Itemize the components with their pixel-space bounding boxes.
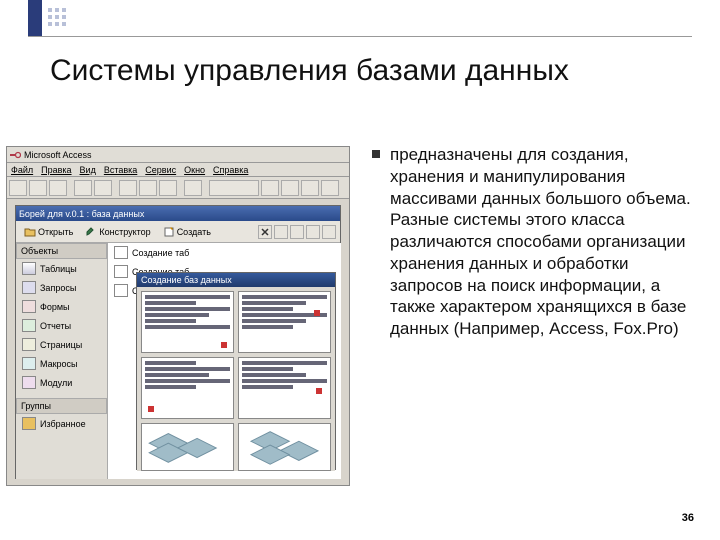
tool-links-icon[interactable]	[209, 180, 259, 196]
database-window-title: Борей для v.0.1 : база данных	[16, 206, 340, 221]
bullet-item: предназначены для создания, хранения и м…	[372, 144, 692, 340]
bullet-text: предназначены для создания, хранения и м…	[390, 144, 692, 340]
db-create-button[interactable]: Создать	[159, 225, 215, 239]
database-toolbar: Открыть Конструктор Создать	[16, 221, 340, 243]
title-underline	[28, 36, 692, 37]
wizard-preview-1[interactable]	[141, 291, 234, 353]
wizard-preview-2[interactable]	[238, 291, 331, 353]
tool-open-icon[interactable]	[29, 180, 47, 196]
wizard-icon	[114, 246, 128, 259]
design-icon	[85, 226, 97, 238]
tool-cut-icon[interactable]	[119, 180, 137, 196]
tool-print-icon[interactable]	[74, 180, 92, 196]
sidebar-item-tables[interactable]: Таблицы	[16, 259, 107, 278]
app-titlebar: Microsoft Access	[7, 147, 349, 163]
wizard-preview-4[interactable]	[238, 357, 331, 419]
module-icon	[22, 376, 36, 389]
wizard-icon	[114, 265, 128, 278]
query-icon	[22, 281, 36, 294]
view-small-icon[interactable]	[290, 225, 304, 239]
tool-help-icon[interactable]	[321, 180, 339, 196]
wizard-dialog: Создание баз данных	[136, 272, 336, 470]
sidebar-item-forms[interactable]: Формы	[16, 297, 107, 316]
open-icon	[24, 226, 36, 238]
menu-service[interactable]: Сервис	[145, 165, 176, 175]
red-marker-icon	[314, 310, 320, 316]
tool-preview-icon[interactable]	[94, 180, 112, 196]
menu-view[interactable]: Вид	[80, 165, 96, 175]
tool-relations-icon[interactable]	[281, 180, 299, 196]
menubar[interactable]: Файл Правка Вид Вставка Сервис Окно Спра…	[7, 163, 349, 177]
sidebar-item-pages[interactable]: Страницы	[16, 335, 107, 354]
report-icon	[22, 319, 36, 332]
slide-title: Системы управления базами данных	[50, 54, 569, 88]
db-create-link-1[interactable]: Создание таб	[108, 243, 341, 262]
bullet-square-icon	[372, 150, 380, 158]
database-window: Борей для v.0.1 : база данных Открыть Ко…	[15, 205, 341, 479]
wizard-preview-6[interactable]	[238, 423, 331, 471]
text-column: предназначены для создания, хранения и м…	[372, 144, 692, 340]
menu-help[interactable]: Справка	[213, 165, 248, 175]
delete-icon[interactable]	[258, 225, 272, 239]
create-icon	[163, 226, 175, 238]
macro-icon	[22, 357, 36, 370]
sidebar-header-groups: Группы	[16, 398, 107, 414]
sidebar-item-macros[interactable]: Макросы	[16, 354, 107, 373]
tool-new-icon[interactable]	[9, 180, 27, 196]
sidebar-item-favorites[interactable]: Избранное	[16, 414, 107, 433]
db-design-button[interactable]: Конструктор	[81, 225, 154, 239]
red-marker-icon	[316, 388, 322, 394]
page-number: 36	[682, 512, 694, 524]
tool-props-icon[interactable]	[301, 180, 319, 196]
page-icon	[22, 338, 36, 351]
accent-dots	[48, 8, 66, 26]
menu-insert[interactable]: Вставка	[104, 165, 137, 175]
favorites-icon	[22, 417, 36, 430]
red-marker-icon	[148, 406, 154, 412]
menu-window[interactable]: Окно	[184, 165, 205, 175]
sidebar-header-objects: Объекты	[16, 243, 107, 259]
wizard-title: Создание баз данных	[137, 273, 335, 287]
view-list-icon[interactable]	[306, 225, 320, 239]
wizard-preview-3[interactable]	[141, 357, 234, 419]
main-toolbar	[7, 177, 349, 199]
form-icon	[22, 300, 36, 313]
access-key-icon	[9, 149, 21, 161]
red-marker-icon	[221, 342, 227, 348]
app-title-text: Microsoft Access	[24, 150, 92, 160]
database-sidebar: Объекты Таблицы Запросы Формы Отчеты Стр…	[16, 243, 108, 479]
menu-file[interactable]: Файл	[11, 165, 33, 175]
db-open-button[interactable]: Открыть	[20, 225, 77, 239]
view-large-icon[interactable]	[274, 225, 288, 239]
accent-bar	[28, 0, 42, 36]
menu-edit[interactable]: Правка	[41, 165, 71, 175]
sidebar-item-modules[interactable]: Модули	[16, 373, 107, 392]
wizard-icon	[114, 284, 128, 297]
tool-paste-icon[interactable]	[159, 180, 177, 196]
tool-analyze-icon[interactable]	[261, 180, 279, 196]
tool-copy-icon[interactable]	[139, 180, 157, 196]
tool-undo-icon[interactable]	[184, 180, 202, 196]
table-icon	[22, 262, 36, 275]
wizard-preview-5[interactable]	[141, 423, 234, 471]
sidebar-item-queries[interactable]: Запросы	[16, 278, 107, 297]
view-details-icon[interactable]	[322, 225, 336, 239]
tool-save-icon[interactable]	[49, 180, 67, 196]
access-screenshot: Microsoft Access Файл Правка Вид Вставка…	[6, 146, 350, 486]
sidebar-item-reports[interactable]: Отчеты	[16, 316, 107, 335]
wizard-body	[137, 287, 335, 471]
